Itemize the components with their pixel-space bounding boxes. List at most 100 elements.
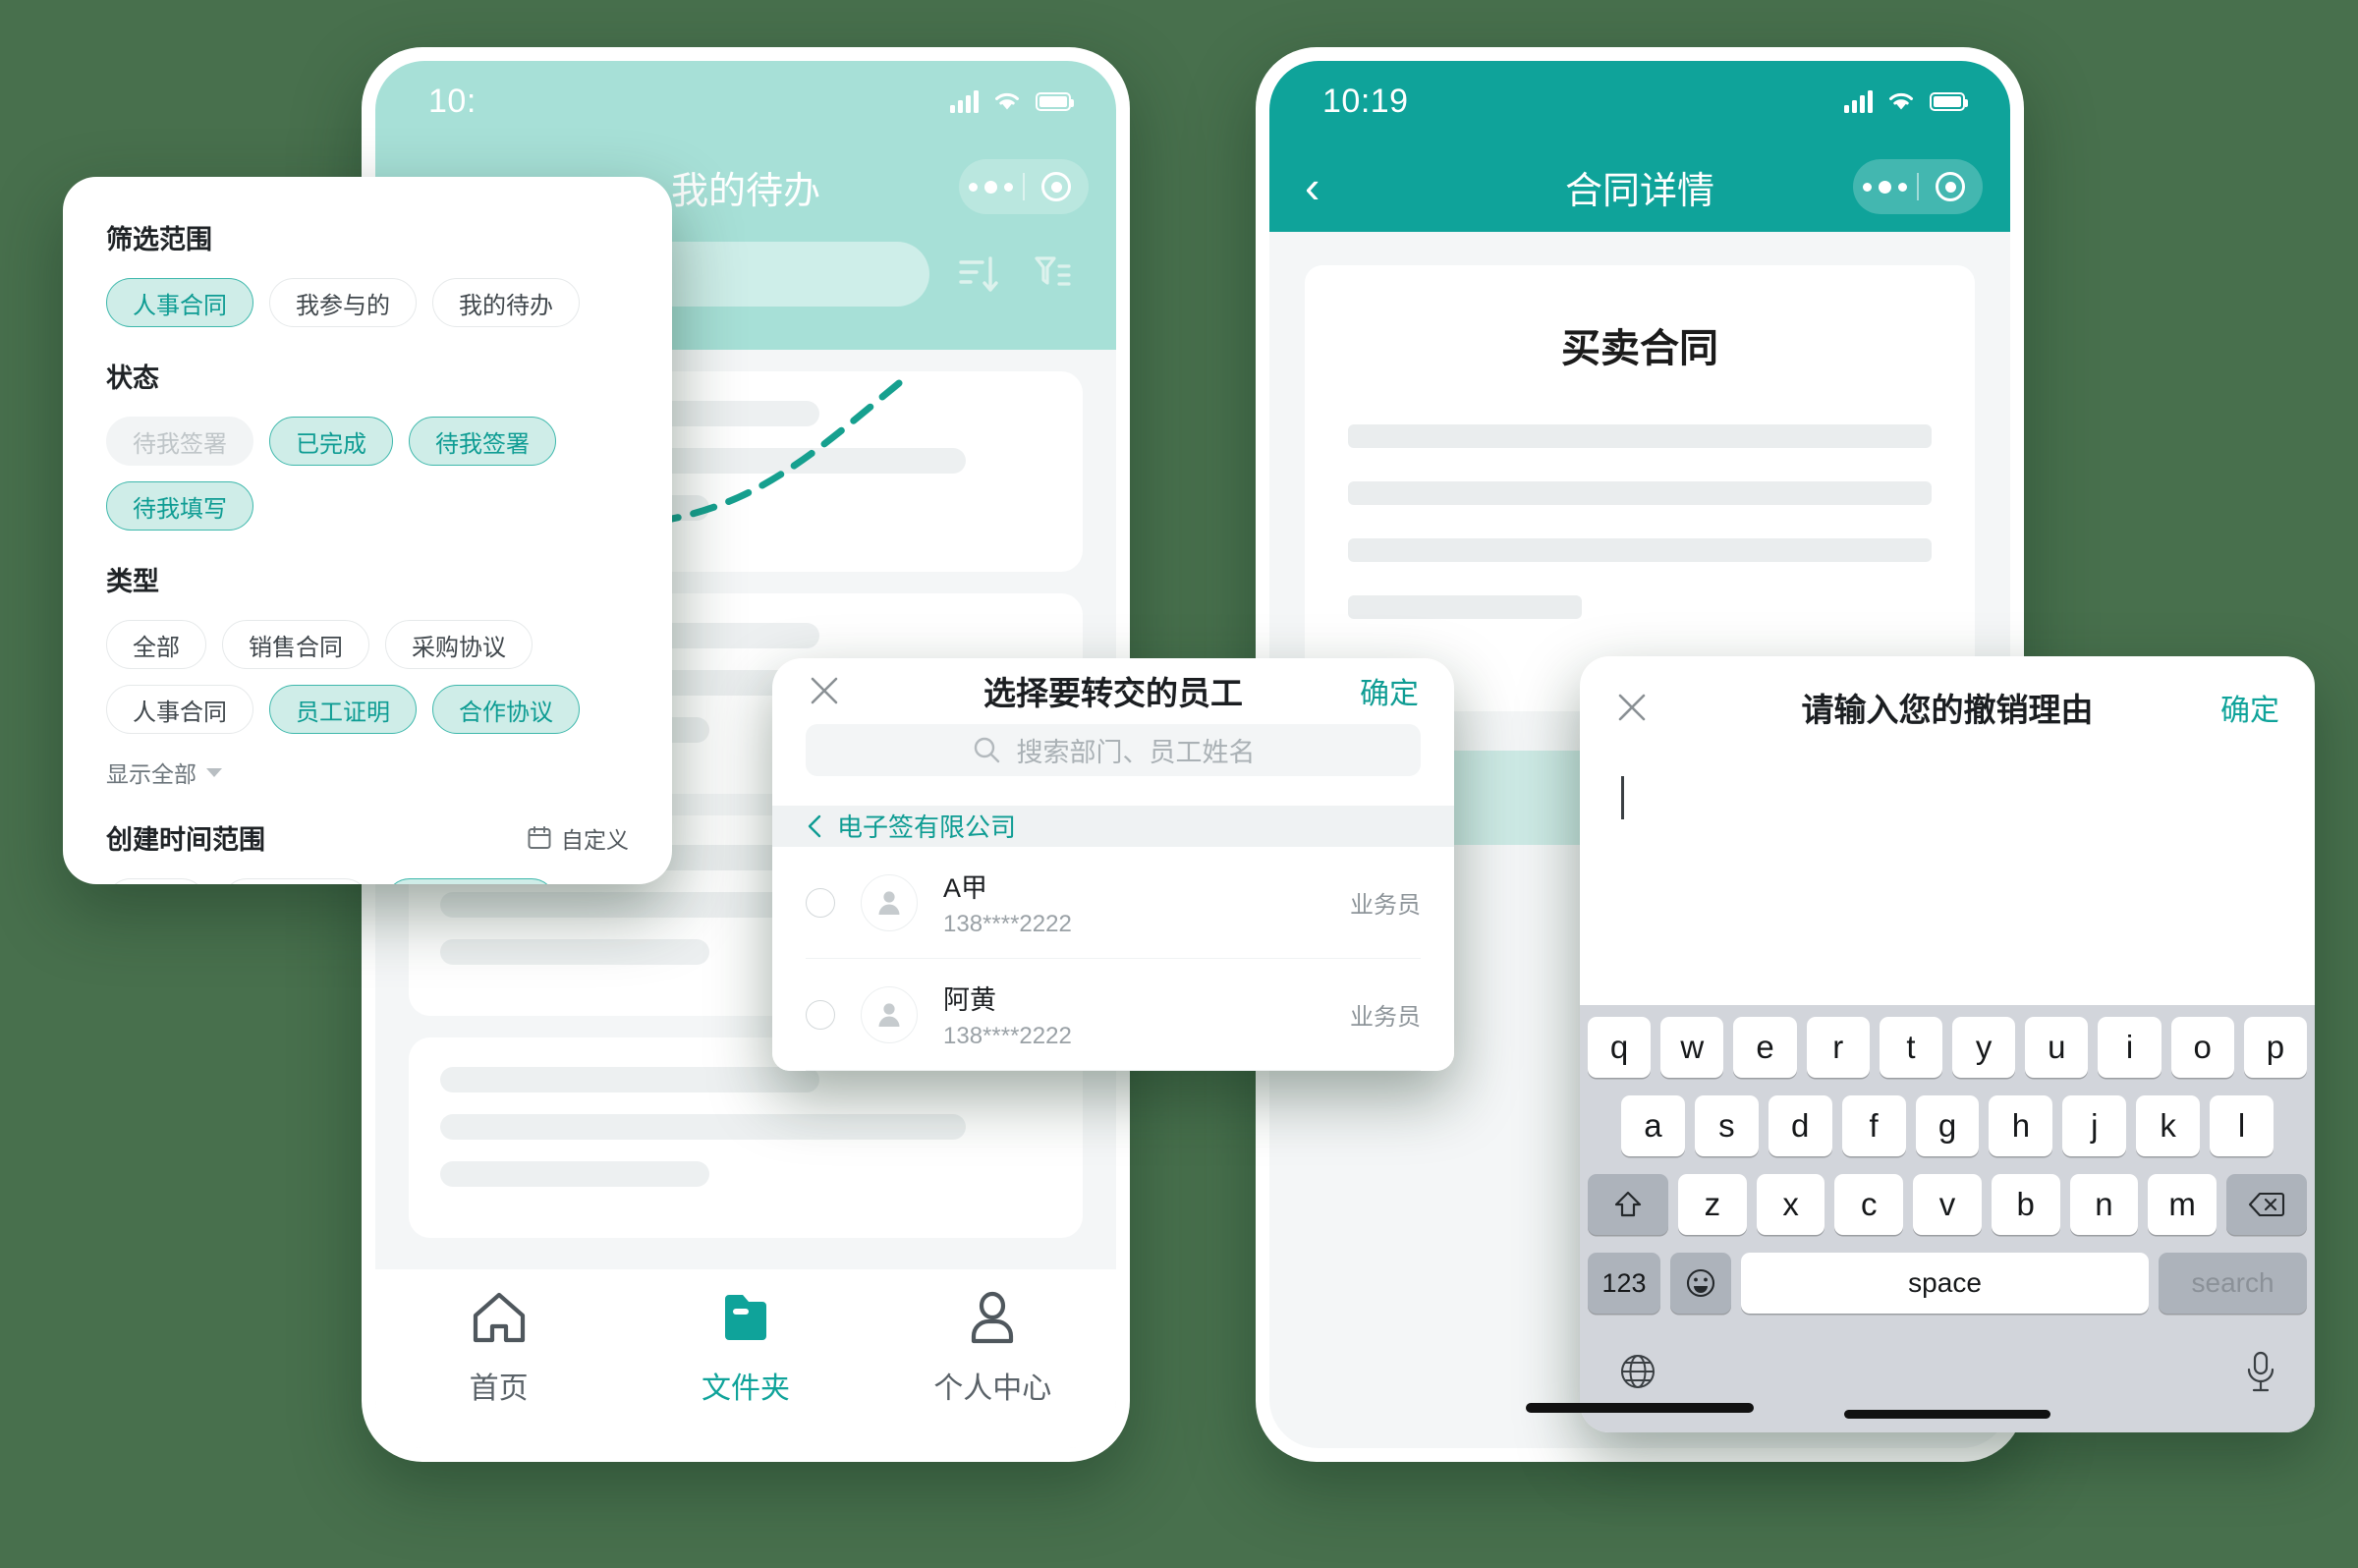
key-p[interactable]: p bbox=[2243, 1017, 2308, 1078]
target-icon[interactable] bbox=[1025, 172, 1089, 201]
keyboard-row-1: q w e r t y u i o p bbox=[1587, 1017, 2308, 1078]
key-z[interactable]: z bbox=[1677, 1174, 1747, 1235]
key-b[interactable]: b bbox=[1991, 1174, 2060, 1235]
globe-icon[interactable] bbox=[1617, 1351, 1658, 1392]
avatar bbox=[861, 985, 918, 1043]
home-indicator bbox=[1526, 1403, 1754, 1413]
chip-scope-2[interactable]: 我的待办 bbox=[432, 278, 580, 327]
chip-scope-1[interactable]: 我参与的 bbox=[269, 278, 417, 327]
tab-home[interactable]: 首页 bbox=[375, 1289, 622, 1407]
key-r[interactable]: r bbox=[1806, 1017, 1870, 1078]
chip-row-scope: 人事合同 我参与的 我的待办 bbox=[106, 278, 629, 327]
key-q[interactable]: q bbox=[1587, 1017, 1652, 1078]
signal-icon bbox=[1844, 89, 1873, 113]
key-d[interactable]: d bbox=[1768, 1095, 1832, 1156]
chip-date-1[interactable]: 最近一周 bbox=[222, 878, 369, 884]
chip-row-date: 全部 最近一周 最近一个月 最近半年 bbox=[106, 878, 629, 884]
chip-type-2[interactable]: 采购协议 bbox=[385, 620, 533, 669]
emoji-icon[interactable] bbox=[1670, 1253, 1731, 1314]
keyboard-bottom-row bbox=[1588, 1331, 2307, 1410]
key-k[interactable]: k bbox=[2136, 1095, 2201, 1156]
chevron-down-icon bbox=[206, 767, 222, 777]
key-j[interactable]: j bbox=[2062, 1095, 2127, 1156]
modal-title: 选择要转交的员工 bbox=[983, 675, 1243, 712]
custom-date-button[interactable]: 自定义 bbox=[527, 821, 629, 855]
employee-role: 业务员 bbox=[1350, 892, 1421, 919]
chip-type-1[interactable]: 销售合同 bbox=[222, 620, 369, 669]
key-s[interactable]: s bbox=[1694, 1095, 1759, 1156]
target-icon[interactable] bbox=[1919, 172, 1983, 201]
key-m[interactable]: m bbox=[2148, 1174, 2218, 1235]
chip-type-3[interactable]: 人事合同 bbox=[106, 685, 253, 734]
key-e[interactable]: e bbox=[1733, 1017, 1797, 1078]
chip-date-2[interactable]: 最近一个月 bbox=[385, 878, 556, 884]
shift-glyph bbox=[1614, 1191, 1642, 1217]
home-indicator bbox=[1844, 1410, 2050, 1419]
key-v[interactable]: v bbox=[1913, 1174, 1982, 1235]
mini-program-capsule-contract[interactable] bbox=[1853, 159, 1983, 214]
key-f[interactable]: f bbox=[1841, 1095, 1906, 1156]
shift-icon[interactable] bbox=[1587, 1174, 1668, 1235]
contract-document-card: 买卖合同 bbox=[1305, 265, 1975, 711]
key-space[interactable]: space bbox=[1741, 1253, 2150, 1314]
more-dots-icon[interactable] bbox=[959, 180, 1023, 194]
key-numbers[interactable]: 123 bbox=[1588, 1253, 1660, 1314]
chip-status-0[interactable]: 待我签署 bbox=[106, 417, 253, 466]
mini-program-capsule-todo[interactable] bbox=[959, 159, 1089, 214]
radio-icon[interactable] bbox=[806, 999, 835, 1030]
key-x[interactable]: x bbox=[1756, 1174, 1825, 1235]
list-item[interactable]: A甲 138****2222 业务员 bbox=[806, 847, 1421, 959]
radio-icon[interactable] bbox=[806, 887, 835, 918]
chip-type-5[interactable]: 合作协议 bbox=[432, 685, 580, 734]
page-title: 买卖合同 bbox=[1561, 327, 1718, 370]
skeleton-line bbox=[1348, 481, 1932, 505]
section-heading-scope: 筛选范围 bbox=[106, 225, 212, 254]
breadcrumb[interactable]: 电子签有限公司 bbox=[772, 805, 1454, 847]
employee-name: 阿黄 bbox=[943, 985, 996, 1015]
key-h[interactable]: h bbox=[1989, 1095, 2053, 1156]
chip-type-0[interactable]: 全部 bbox=[106, 620, 206, 669]
show-all-label: 显示全部 bbox=[106, 761, 196, 787]
chip-status-3[interactable]: 待我填写 bbox=[106, 481, 253, 531]
chip-row-type: 全部 销售合同 采购协议 人事合同 员工证明 合作协议 bbox=[106, 620, 629, 734]
filter-panel-scroll: 筛选范围 人事合同 我参与的 我的待办 状态 待我签署 已完成 待我签署 待我填… bbox=[63, 177, 672, 884]
section-heading-type: 类型 bbox=[106, 567, 159, 596]
key-n[interactable]: n bbox=[2069, 1174, 2139, 1235]
search-input[interactable]: 搜索部门、员工姓名 bbox=[806, 723, 1421, 776]
employee-info: A甲 138****2222 bbox=[943, 867, 1324, 938]
backspace-icon[interactable] bbox=[2226, 1174, 2308, 1235]
more-dots-icon[interactable] bbox=[1853, 180, 1917, 194]
chip-type-4[interactable]: 员工证明 bbox=[269, 685, 417, 734]
tab-folder[interactable]: 文件夹 bbox=[622, 1289, 869, 1407]
chip-scope-0[interactable]: 人事合同 bbox=[106, 278, 253, 327]
key-c[interactable]: c bbox=[1834, 1174, 1904, 1235]
key-a[interactable]: a bbox=[1621, 1095, 1685, 1156]
key-t[interactable]: t bbox=[1879, 1017, 1942, 1078]
key-i[interactable]: i bbox=[2098, 1017, 2162, 1078]
list-item[interactable]: 阿黄 138****2222 业务员 bbox=[806, 959, 1421, 1071]
sort-icon[interactable] bbox=[955, 251, 1002, 298]
reason-textarea[interactable] bbox=[1580, 758, 2315, 1005]
revoke-reason-modal: 请输入您的撤销理由 确定 q w e r t y u i o p a s d f… bbox=[1580, 656, 2315, 1432]
emoji-glyph bbox=[1686, 1268, 1715, 1298]
signal-icon bbox=[950, 89, 979, 113]
chip-status-2[interactable]: 待我签署 bbox=[409, 417, 556, 466]
chevron-left-icon[interactable]: ‹ bbox=[1305, 164, 1319, 209]
microphone-icon[interactable] bbox=[2244, 1350, 2277, 1393]
key-search[interactable]: search bbox=[2159, 1253, 2307, 1314]
key-g[interactable]: g bbox=[1915, 1095, 1980, 1156]
show-all-toggle[interactable]: 显示全部 bbox=[106, 756, 629, 789]
key-o[interactable]: o bbox=[2170, 1017, 2234, 1078]
confirm-button[interactable]: 确定 bbox=[1360, 669, 1419, 712]
chip-status-1[interactable]: 已完成 bbox=[269, 417, 393, 466]
key-l[interactable]: l bbox=[2210, 1095, 2274, 1156]
status-time: 10:19 bbox=[1322, 82, 1409, 120]
key-w[interactable]: w bbox=[1660, 1017, 1724, 1078]
key-u[interactable]: u bbox=[2025, 1017, 2089, 1078]
tab-profile[interactable]: 个人中心 bbox=[870, 1289, 1116, 1407]
filter-icon[interactable] bbox=[1028, 251, 1075, 298]
confirm-button[interactable]: 确定 bbox=[2220, 686, 2279, 729]
key-y[interactable]: y bbox=[1952, 1017, 2016, 1078]
tab-label: 首页 bbox=[469, 1372, 529, 1405]
chip-date-0[interactable]: 全部 bbox=[106, 878, 206, 884]
